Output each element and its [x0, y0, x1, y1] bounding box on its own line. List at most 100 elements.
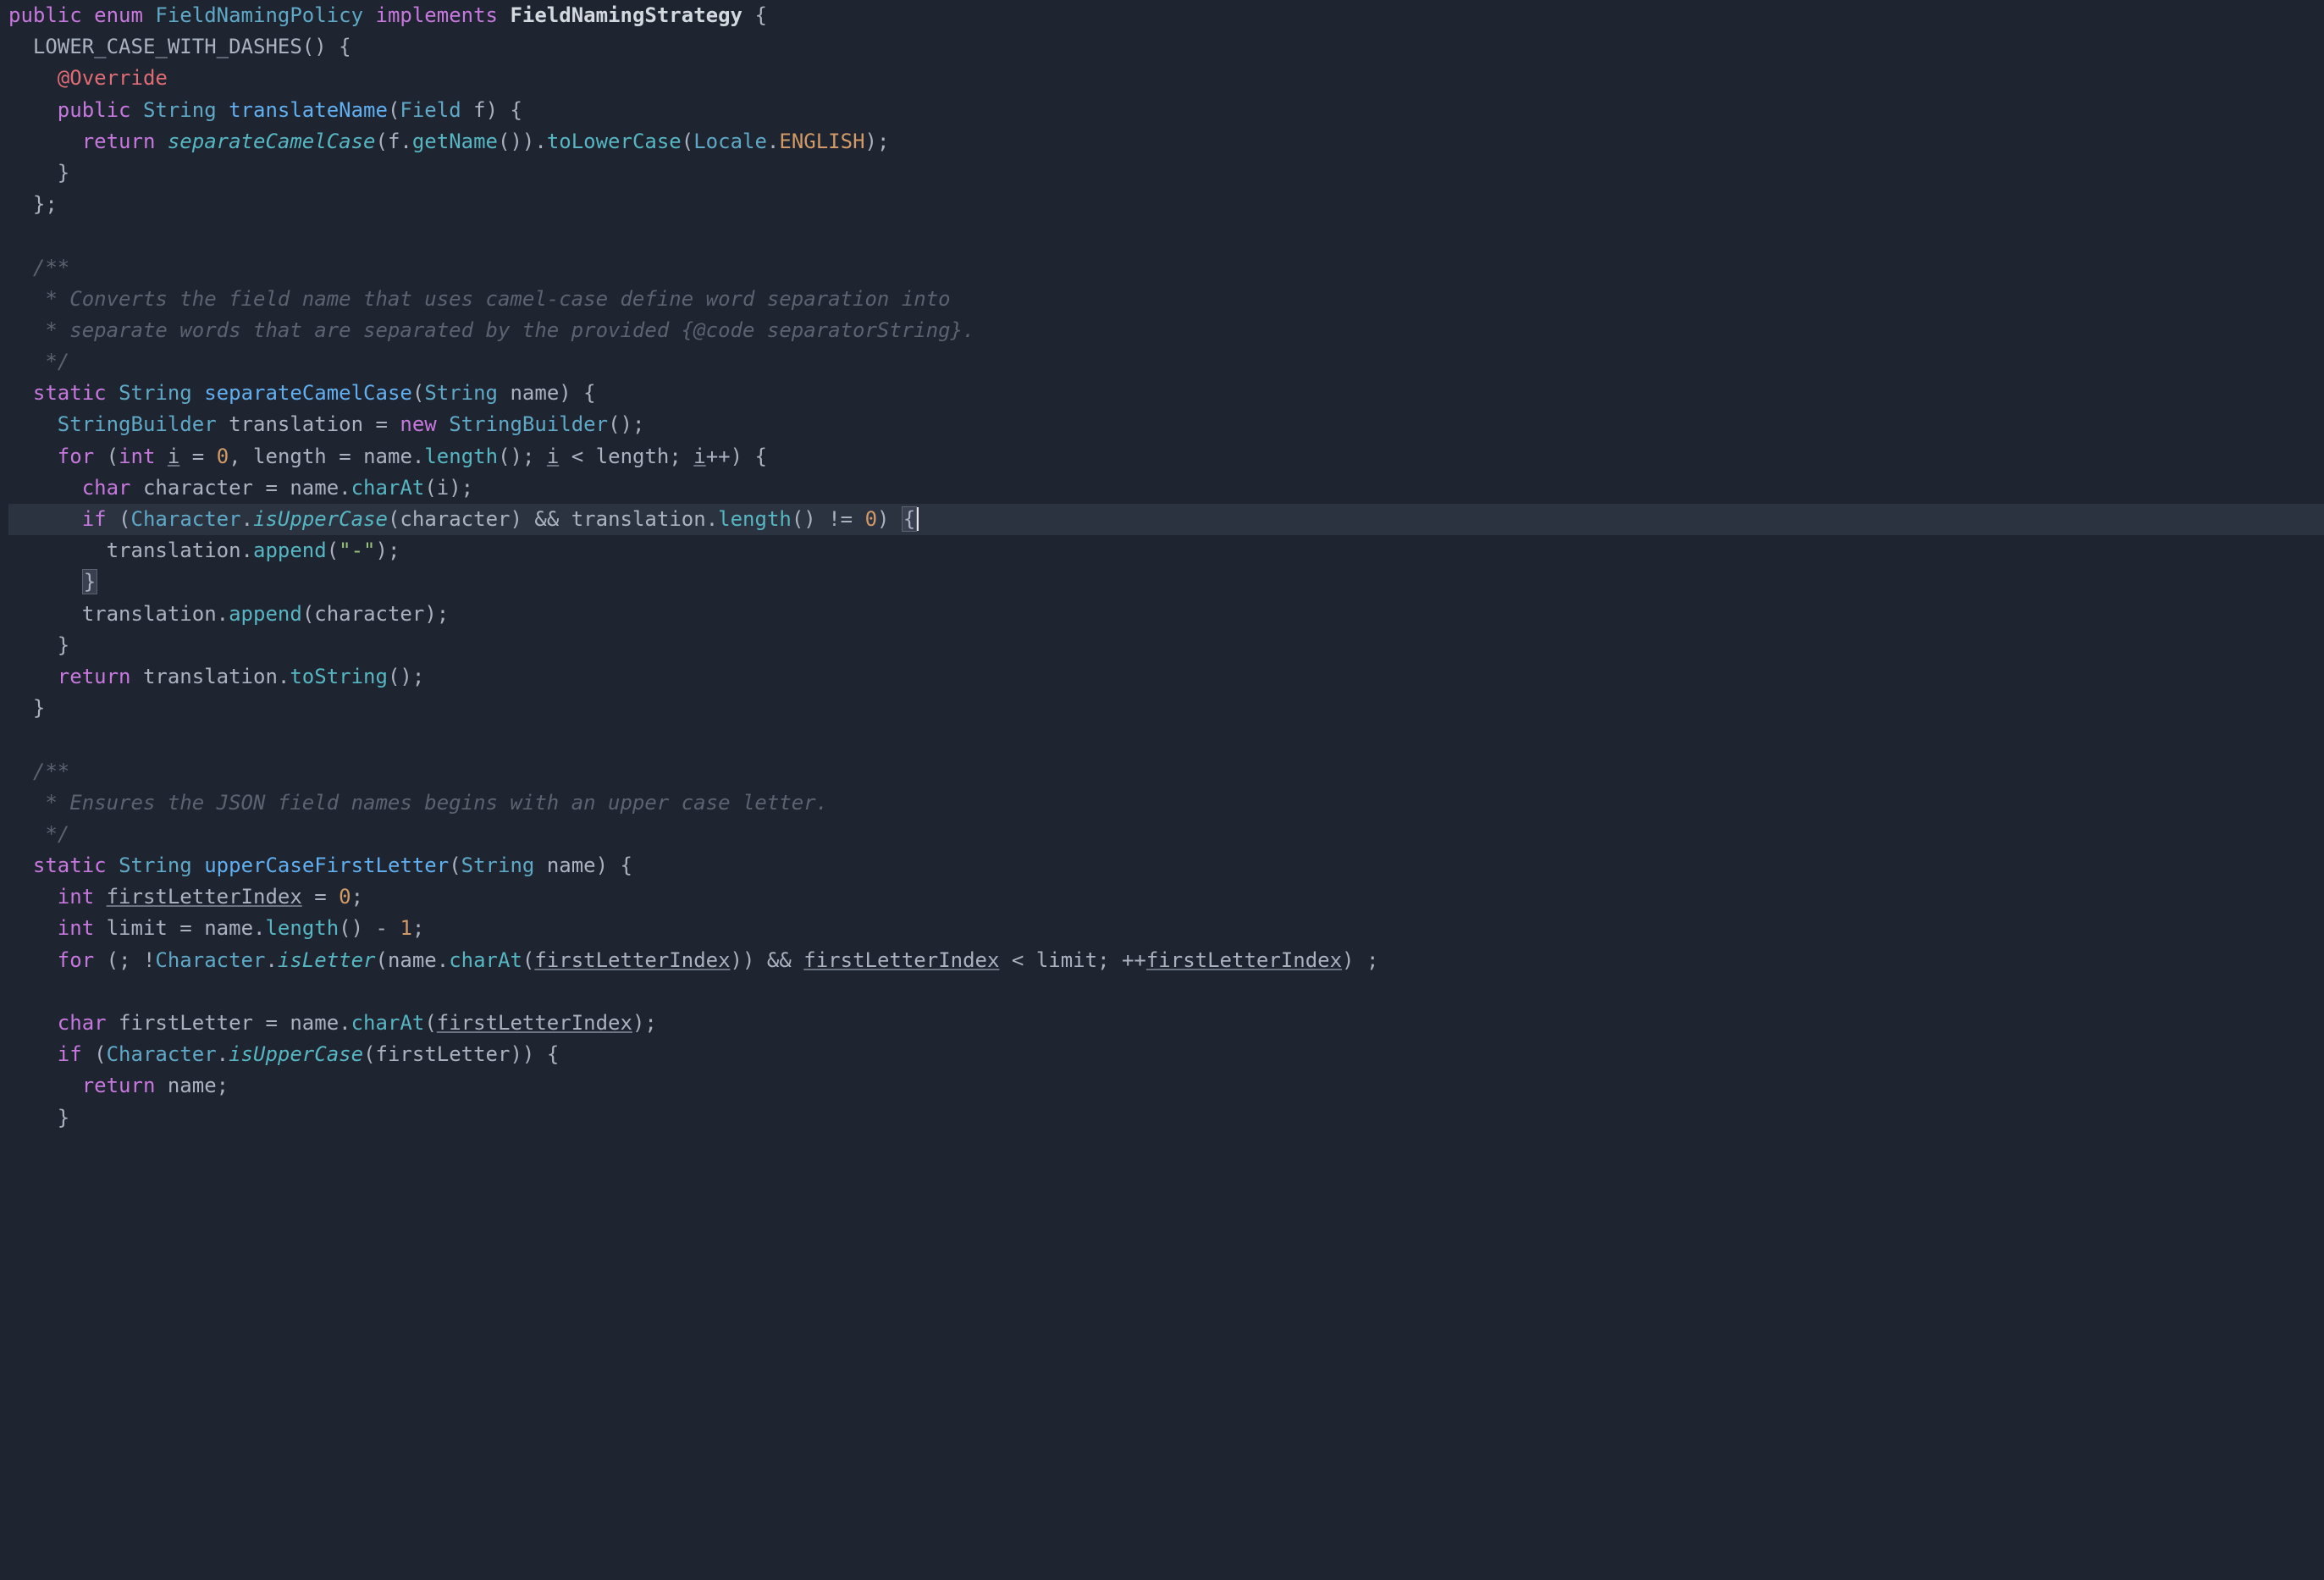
brace-close-matched: }: [82, 569, 97, 594]
code-line: return translation.toString();: [8, 665, 424, 688]
rparen: );: [376, 539, 400, 562]
dot: .: [412, 445, 424, 468]
code-line: * separate words that are separated by t…: [8, 318, 975, 342]
class-ref: Character: [131, 507, 241, 531]
param-type: Field: [400, 98, 461, 122]
rparen-brace: )) {: [510, 1042, 559, 1066]
lparen: (: [449, 854, 461, 877]
code-editor[interactable]: public enum FieldNamingPolicy implements…: [0, 0, 2324, 1134]
method-call: isLetter: [278, 948, 376, 972]
method-call: isUpperCase: [229, 1042, 363, 1066]
javadoc-tag: @code: [693, 318, 754, 342]
ctor: StringBuilder: [449, 412, 608, 436]
method-call: length: [424, 445, 498, 468]
semi: ;: [669, 445, 693, 468]
keyword-implements: implements: [376, 3, 499, 27]
method-name: translateName: [229, 98, 388, 122]
rparen: );: [449, 476, 473, 500]
eq: =: [363, 412, 400, 436]
code-line: char character = name.charAt(i);: [8, 476, 473, 500]
brace-semi: };: [33, 192, 58, 216]
var: translation: [82, 602, 217, 626]
call: (): [792, 507, 828, 531]
code-line: for (; !Character.isLetter(name.charAt(f…: [8, 948, 1378, 972]
var: translation: [107, 539, 241, 562]
open: (: [82, 1042, 107, 1066]
blank-line: [8, 980, 20, 1003]
keyword-static: static: [33, 381, 107, 405]
method-call: isUpperCase: [253, 507, 388, 531]
class-ref: Character: [107, 1042, 217, 1066]
lparen: (: [424, 1011, 436, 1035]
semi: ;: [351, 885, 363, 909]
keyword-return: return: [82, 130, 156, 153]
var: limit: [1036, 948, 1097, 972]
var: firstLetterIndex: [107, 885, 302, 909]
code-line: }: [8, 1106, 69, 1130]
dot: .: [278, 665, 290, 688]
space: [792, 948, 803, 972]
lparen: (: [327, 539, 339, 562]
lparen: (: [522, 948, 534, 972]
rparen-brace: ) {: [486, 98, 522, 122]
code-line: */: [8, 350, 69, 373]
constant: ENGLISH: [779, 130, 864, 153]
method-call: length: [718, 507, 792, 531]
eq: =: [253, 476, 290, 500]
and-op: &&: [534, 507, 559, 531]
number: 0: [339, 885, 351, 909]
dot: .: [241, 507, 253, 531]
param-name: name: [510, 381, 559, 405]
eq: =: [302, 885, 339, 909]
method-call: charAt: [351, 476, 425, 500]
end: );: [865, 130, 890, 153]
keyword-int: int: [58, 885, 94, 909]
var-i: i: [693, 445, 705, 468]
code-line: translation.append("-");: [8, 539, 400, 562]
semi: ; ++: [1097, 948, 1146, 972]
class-ref: Character: [155, 948, 265, 972]
eq: =: [168, 916, 204, 940]
dot: .: [217, 602, 229, 626]
code-line: return name;: [8, 1074, 229, 1097]
brace: }: [58, 633, 69, 657]
brace: {: [754, 3, 766, 27]
number: 1: [400, 916, 411, 940]
code-line: }: [8, 569, 97, 594]
rparen: )): [731, 948, 767, 972]
var: name: [363, 445, 412, 468]
javadoc-text: * Ensures the JSON field names begins wi…: [33, 791, 828, 815]
parens: (): [302, 35, 327, 58]
arg: firstLetterIndex: [437, 1011, 632, 1035]
string-literal: "-": [339, 539, 375, 562]
method-name: upperCaseFirstLetter: [204, 854, 449, 877]
lparen: (: [412, 381, 424, 405]
param-name: name: [547, 854, 596, 877]
code-line-highlighted: if (Character.isUpperCase(character) && …: [8, 504, 2324, 535]
keyword-new: new: [400, 412, 436, 436]
number: 0: [865, 507, 877, 531]
code-line: char firstLetter = name.charAt(firstLett…: [8, 1011, 657, 1035]
blank-line: [8, 224, 20, 247]
interface-name: FieldNamingStrategy: [510, 3, 742, 27]
var: name: [204, 916, 253, 940]
lparen: (: [363, 1042, 375, 1066]
class-name: FieldNamingPolicy: [155, 3, 363, 27]
code-line: LOWER_CASE_WITH_DASHES() {: [8, 35, 351, 58]
text-cursor: [917, 507, 919, 531]
rparen: ): [877, 507, 902, 531]
dot: .: [767, 130, 779, 153]
method-call: toLowerCase: [547, 130, 682, 153]
javadoc-close: */: [33, 822, 69, 846]
var: f: [388, 130, 400, 153]
code-line: * Ensures the JSON field names begins wi…: [8, 791, 828, 815]
rparen-brace: ) {: [596, 854, 632, 877]
lparen: (: [376, 130, 388, 153]
arg: firstLetterIndex: [803, 948, 999, 972]
javadoc-open: /**: [33, 760, 69, 783]
ne-op: !=: [828, 507, 853, 531]
lt: <: [559, 445, 595, 468]
var-length: length: [253, 445, 327, 468]
end: ();: [608, 412, 644, 436]
lparen: (: [682, 130, 693, 153]
